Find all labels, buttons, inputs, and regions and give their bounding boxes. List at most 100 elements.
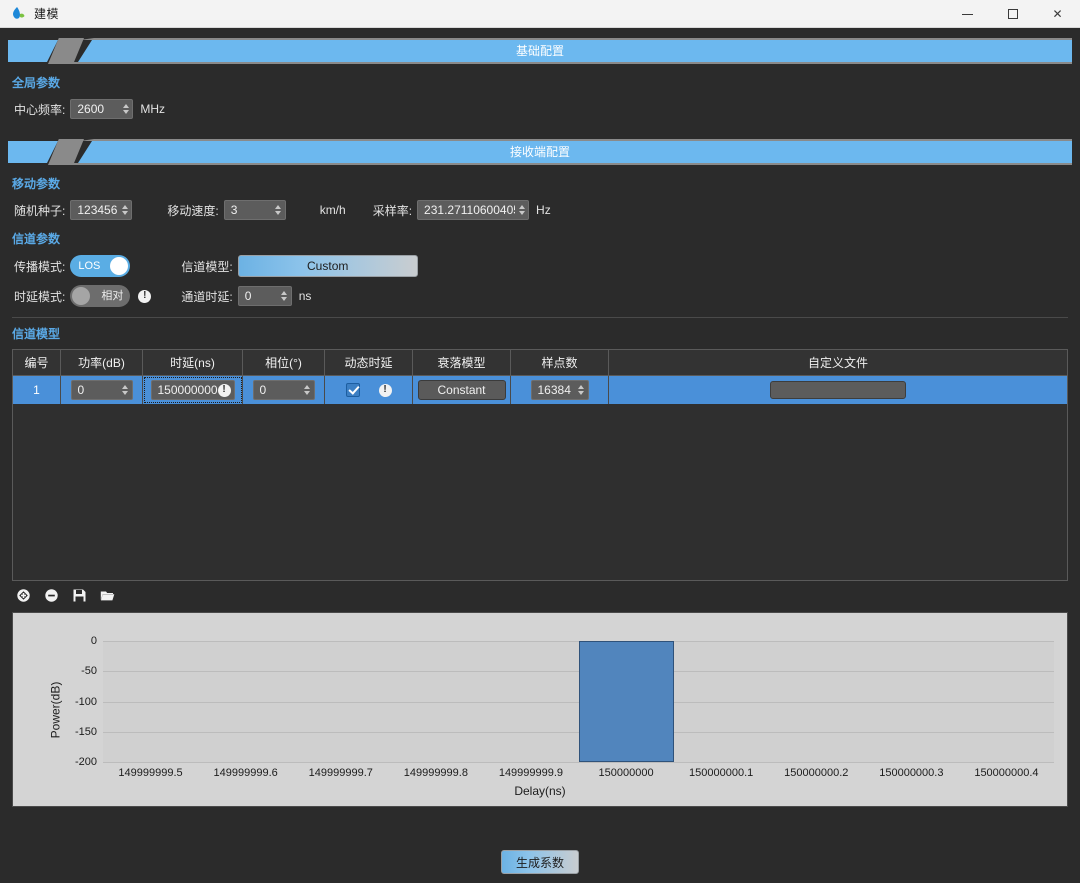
close-button[interactable]: ✕ <box>1035 0 1080 28</box>
power-stepper[interactable] <box>119 381 132 399</box>
chart-y-tick: -50 <box>81 665 97 678</box>
chart-x-tick: 149999999.5 <box>118 767 183 779</box>
chart-y-tick: -150 <box>74 725 97 738</box>
remove-row-icon[interactable] <box>44 588 59 603</box>
table-toolbar <box>16 588 1080 603</box>
samples-input[interactable]: 16384 <box>530 380 589 400</box>
footer-bar: 生成系数 <box>0 850 1080 874</box>
add-row-icon[interactable] <box>16 588 31 603</box>
cell-power[interactable]: 0 <box>61 376 143 404</box>
fading-model-value: Constant <box>437 383 486 397</box>
speed-label: 移动速度: <box>167 203 219 218</box>
chart-x-tick: 150000000.4 <box>974 767 1039 779</box>
column-header-delay: 时延(ns) <box>143 350 243 375</box>
dynamic-delay-checkbox[interactable] <box>345 383 360 397</box>
phase-stepper[interactable] <box>301 381 314 399</box>
channel-model-value: Custom <box>307 259 349 273</box>
minimize-button[interactable] <box>945 0 990 28</box>
random-seed-value: 123456 <box>77 203 118 217</box>
cell-index[interactable]: 1 <box>13 376 61 404</box>
sample-rate-stepper[interactable] <box>515 201 528 219</box>
channel-model-select[interactable]: Custom <box>237 255 418 277</box>
table-header-row: 编号 功率(dB) 时延(ns) 相位(°) 动态时延 衰落模型 样点数 自定义… <box>13 350 1067 376</box>
section-title-basic: 基础配置 <box>515 44 564 58</box>
cell-dynamic-delay[interactable] <box>325 376 413 404</box>
dynamic-delay-info-icon[interactable] <box>378 383 392 397</box>
channel-delay-unit: ns <box>298 289 312 303</box>
chart-plot-area: 0 -50 -100 -150 -200 149999999.5 149999999.6 14… <box>75 635 1054 779</box>
samples-stepper[interactable] <box>575 381 588 399</box>
column-header-custom-file: 自定义文件 <box>807 356 868 370</box>
delay-value: 150000000 <box>157 383 218 397</box>
window-title: 建模 <box>34 7 60 21</box>
maximize-button[interactable] <box>990 0 1035 28</box>
center-frequency-label: 中心频率: <box>14 102 66 117</box>
chart-y-axis-label: Power(dB) <box>48 681 63 738</box>
window-titlebar: 建模 ✕ <box>0 0 1080 28</box>
column-header-fading-model: 衰落模型 <box>413 350 511 375</box>
sample-rate-unit: Hz <box>536 203 551 217</box>
fading-model-select[interactable]: Constant <box>417 380 506 400</box>
section-banner-receiver: 接收端配置 <box>8 139 1072 165</box>
chart-x-tick: 149999999.7 <box>308 767 373 779</box>
chart-y-tick: -200 <box>74 756 97 768</box>
sample-rate-value: 231.271106004052 <box>424 203 515 217</box>
channel-delay-value: 0 <box>244 289 252 303</box>
chart-y-tick: -100 <box>74 695 97 708</box>
cell-phase[interactable]: 0 <box>243 376 325 404</box>
chart-y-tick: 0 <box>90 635 97 647</box>
center-frequency-input[interactable]: 2600 <box>70 99 134 119</box>
generate-coefficients-button[interactable]: 生成系数 <box>501 850 579 874</box>
delay-input[interactable]: 150000000 <box>150 380 235 400</box>
cell-samples[interactable]: 16384 <box>511 376 609 404</box>
random-seed-stepper[interactable] <box>118 201 131 219</box>
chart-x-tick: 150000000.1 <box>689 767 754 779</box>
channel-model-table-label: 信道模型 <box>12 327 61 341</box>
column-header-index: 编号 <box>13 350 61 375</box>
global-params-label: 全局参数 <box>12 76 61 90</box>
random-seed-input[interactable]: 123456 <box>70 200 133 220</box>
speed-input[interactable]: 3 <box>223 200 286 220</box>
column-header-dynamic-delay: 动态时延 <box>325 350 413 375</box>
cell-custom-file[interactable] <box>609 376 1067 404</box>
channel-delay-stepper[interactable] <box>278 287 291 305</box>
center-frequency-value: 2600 <box>77 102 105 116</box>
toggle-knob <box>110 257 129 275</box>
speed-value: 3 <box>230 203 238 217</box>
phase-input[interactable]: 0 <box>252 380 315 400</box>
banner-bottom-edge <box>70 163 1072 165</box>
chart-x-tick: 150000000.2 <box>784 767 849 779</box>
channel-delay-label: 通道时延: <box>181 289 233 304</box>
delay-warning-icon[interactable] <box>217 383 231 397</box>
chart-x-axis-label: Delay(ns) <box>514 784 566 798</box>
delay-mode-info-icon[interactable] <box>138 289 152 303</box>
center-frequency-stepper[interactable] <box>119 100 132 118</box>
propagation-mode-value: LOS <box>78 260 101 272</box>
droplet-icon <box>9 5 27 23</box>
mobility-row: 随机种子: 123456 移动速度: 3 km/h 采样率: 231.27110… <box>14 200 1080 220</box>
chart-x-tick: 149999999.6 <box>213 767 278 779</box>
table-row[interactable]: 1 0 150000000 0 <box>13 376 1067 404</box>
delay-mode-label: 时延模式: <box>14 289 66 304</box>
cell-delay[interactable]: 150000000 <box>143 376 243 404</box>
section-title-receiver: 接收端配置 <box>509 145 570 159</box>
sample-rate-input[interactable]: 231.271106004052 <box>417 200 530 220</box>
banner-bottom-edge <box>70 62 1072 64</box>
chart-x-tick: 149999999.9 <box>498 767 564 779</box>
delay-mode-row: 时延模式: 相对 通道时延: 0 ns <box>14 285 1080 307</box>
open-folder-icon[interactable] <box>100 588 115 603</box>
speed-unit: km/h <box>319 203 346 217</box>
custom-file-input[interactable] <box>770 381 906 399</box>
propagation-mode-toggle[interactable]: LOS <box>70 255 131 277</box>
app-body: 基础配置 全局参数 中心频率: 2600 MHz 接收端配置 移动参数 随机种子… <box>0 28 1080 883</box>
section-banner-basic: 基础配置 <box>8 38 1072 64</box>
center-frequency-row: 中心频率: 2600 MHz <box>14 99 1080 119</box>
toggle-knob <box>72 287 91 305</box>
cell-fading-model[interactable]: Constant <box>413 376 511 404</box>
channel-delay-input[interactable]: 0 <box>237 286 292 306</box>
speed-stepper[interactable] <box>272 201 285 219</box>
save-icon[interactable] <box>72 588 87 603</box>
propagation-row: 传播模式: LOS 信道模型: Custom <box>14 255 1080 277</box>
power-input[interactable]: 0 <box>70 380 133 400</box>
delay-mode-toggle[interactable]: 相对 <box>70 285 131 307</box>
